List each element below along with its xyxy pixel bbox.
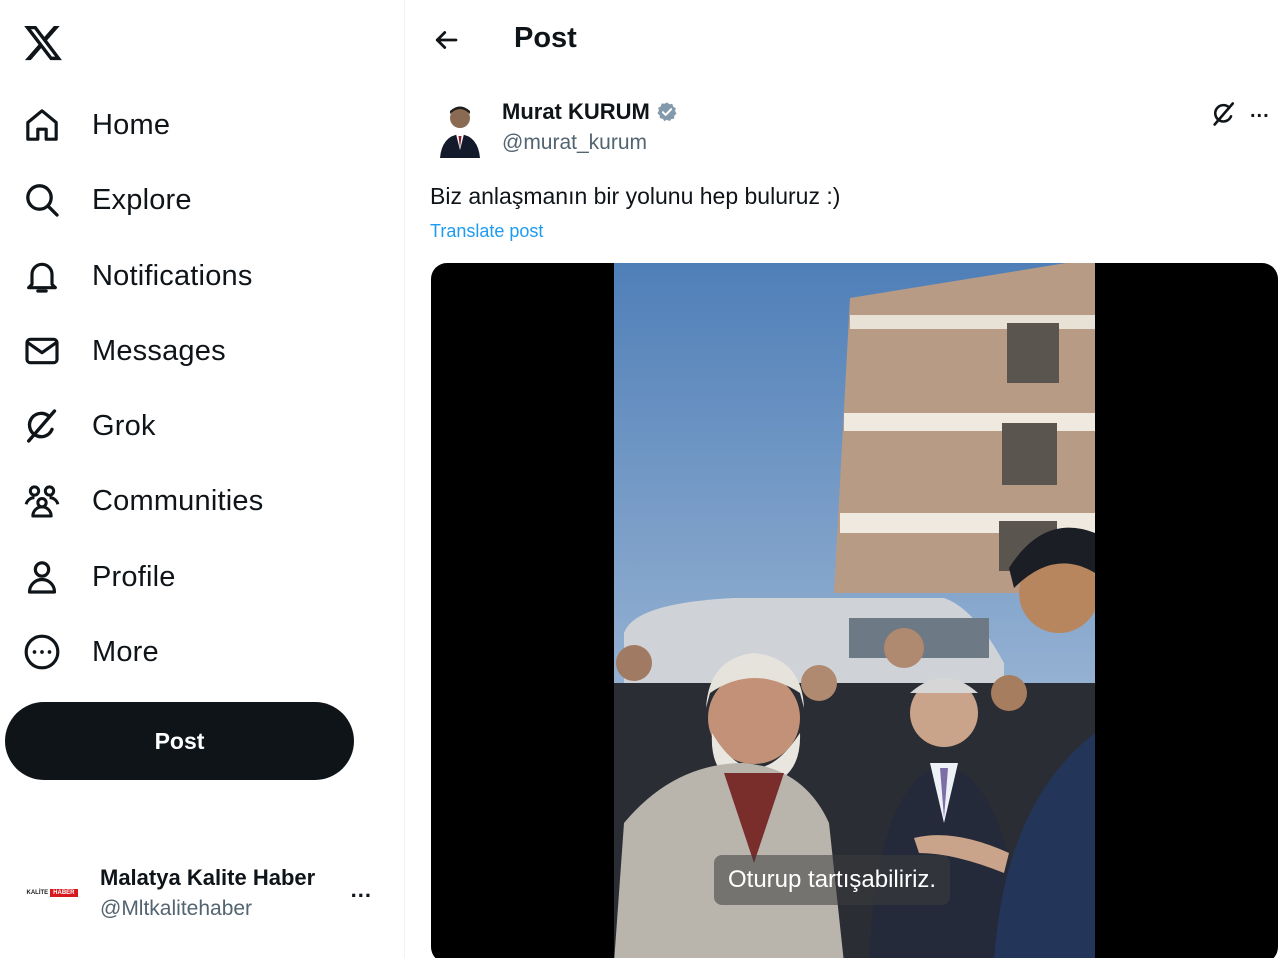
person-icon	[20, 555, 64, 599]
nav-item-profile[interactable]: Profile	[20, 549, 176, 605]
nav-label-notifications: Notifications	[92, 259, 253, 292]
account-logo-text-left: KALİTE	[26, 890, 49, 896]
author-name: Murat KURUM	[502, 99, 650, 124]
video-still-image	[614, 263, 1095, 958]
grok-icon	[20, 404, 64, 448]
mail-icon	[20, 329, 64, 373]
more-circle-icon	[20, 630, 64, 674]
home-icon	[20, 103, 64, 147]
sidebar: Home Explore Notifications Messages Grok…	[0, 0, 405, 958]
nav-label-grok: Grok	[92, 409, 156, 442]
translate-post-link[interactable]: Translate post	[430, 221, 543, 242]
account-switcher[interactable]: KALİTE HABER Malatya Kalite Haber @Mltka…	[20, 855, 390, 931]
nav-label-messages: Messages	[92, 334, 226, 367]
post-text: Biz anlaşmanın bir yolunu hep buluruz :)	[430, 183, 841, 209]
nav-label-communities: Communities	[92, 484, 264, 517]
account-avatar: KALİTE HABER	[20, 861, 84, 925]
account-name: Malatya Kalite Haber	[100, 865, 316, 890]
video-frame[interactable]: Oturup tartışabiliriz.	[614, 263, 1095, 958]
post-button[interactable]: Post	[5, 702, 354, 780]
account-logo-text-right: HABER	[50, 889, 78, 897]
page-title: Post	[514, 22, 577, 54]
x-logo-icon[interactable]	[22, 22, 64, 64]
nav-item-notifications[interactable]: Notifications	[20, 248, 253, 304]
bell-icon	[20, 254, 64, 298]
nav-label-more: More	[92, 635, 159, 668]
nav-item-communities[interactable]: Communities	[20, 473, 263, 529]
account-logo: KALİTE HABER	[26, 889, 78, 897]
nav-item-explore[interactable]: Explore	[20, 172, 192, 228]
nav-item-messages[interactable]: Messages	[20, 323, 226, 379]
author-handle[interactable]: @murat_kurum	[502, 131, 647, 155]
verified-badge-icon	[657, 102, 677, 122]
nav-item-more[interactable]: More	[20, 624, 159, 680]
author-name-row[interactable]: Murat KURUM	[502, 99, 678, 125]
search-icon	[20, 178, 64, 222]
nav-item-home[interactable]: Home	[20, 97, 170, 153]
main-column: Post Murat KURUM @murat_kurum ... Biz an…	[406, 0, 1280, 958]
post-more-icon[interactable]: ...	[1250, 100, 1270, 123]
account-handle: @Mltkalitehaber	[100, 897, 253, 920]
author-avatar[interactable]	[436, 98, 484, 158]
account-more-icon[interactable]: ...	[351, 877, 372, 903]
nav-label-home: Home	[92, 108, 171, 141]
nav-label-explore: Explore	[92, 183, 192, 216]
nav-item-grok[interactable]: Grok	[20, 398, 156, 454]
video-caption: Oturup tartışabiliriz.	[714, 855, 951, 905]
communities-icon	[20, 479, 64, 523]
grok-icon[interactable]	[1210, 100, 1238, 128]
post-video[interactable]: Oturup tartışabiliriz.	[431, 263, 1278, 958]
nav-label-profile: Profile	[92, 560, 176, 593]
account-text: Malatya Kalite Haber @Mltkalitehaber	[100, 865, 315, 921]
back-arrow-icon[interactable]	[428, 22, 464, 58]
